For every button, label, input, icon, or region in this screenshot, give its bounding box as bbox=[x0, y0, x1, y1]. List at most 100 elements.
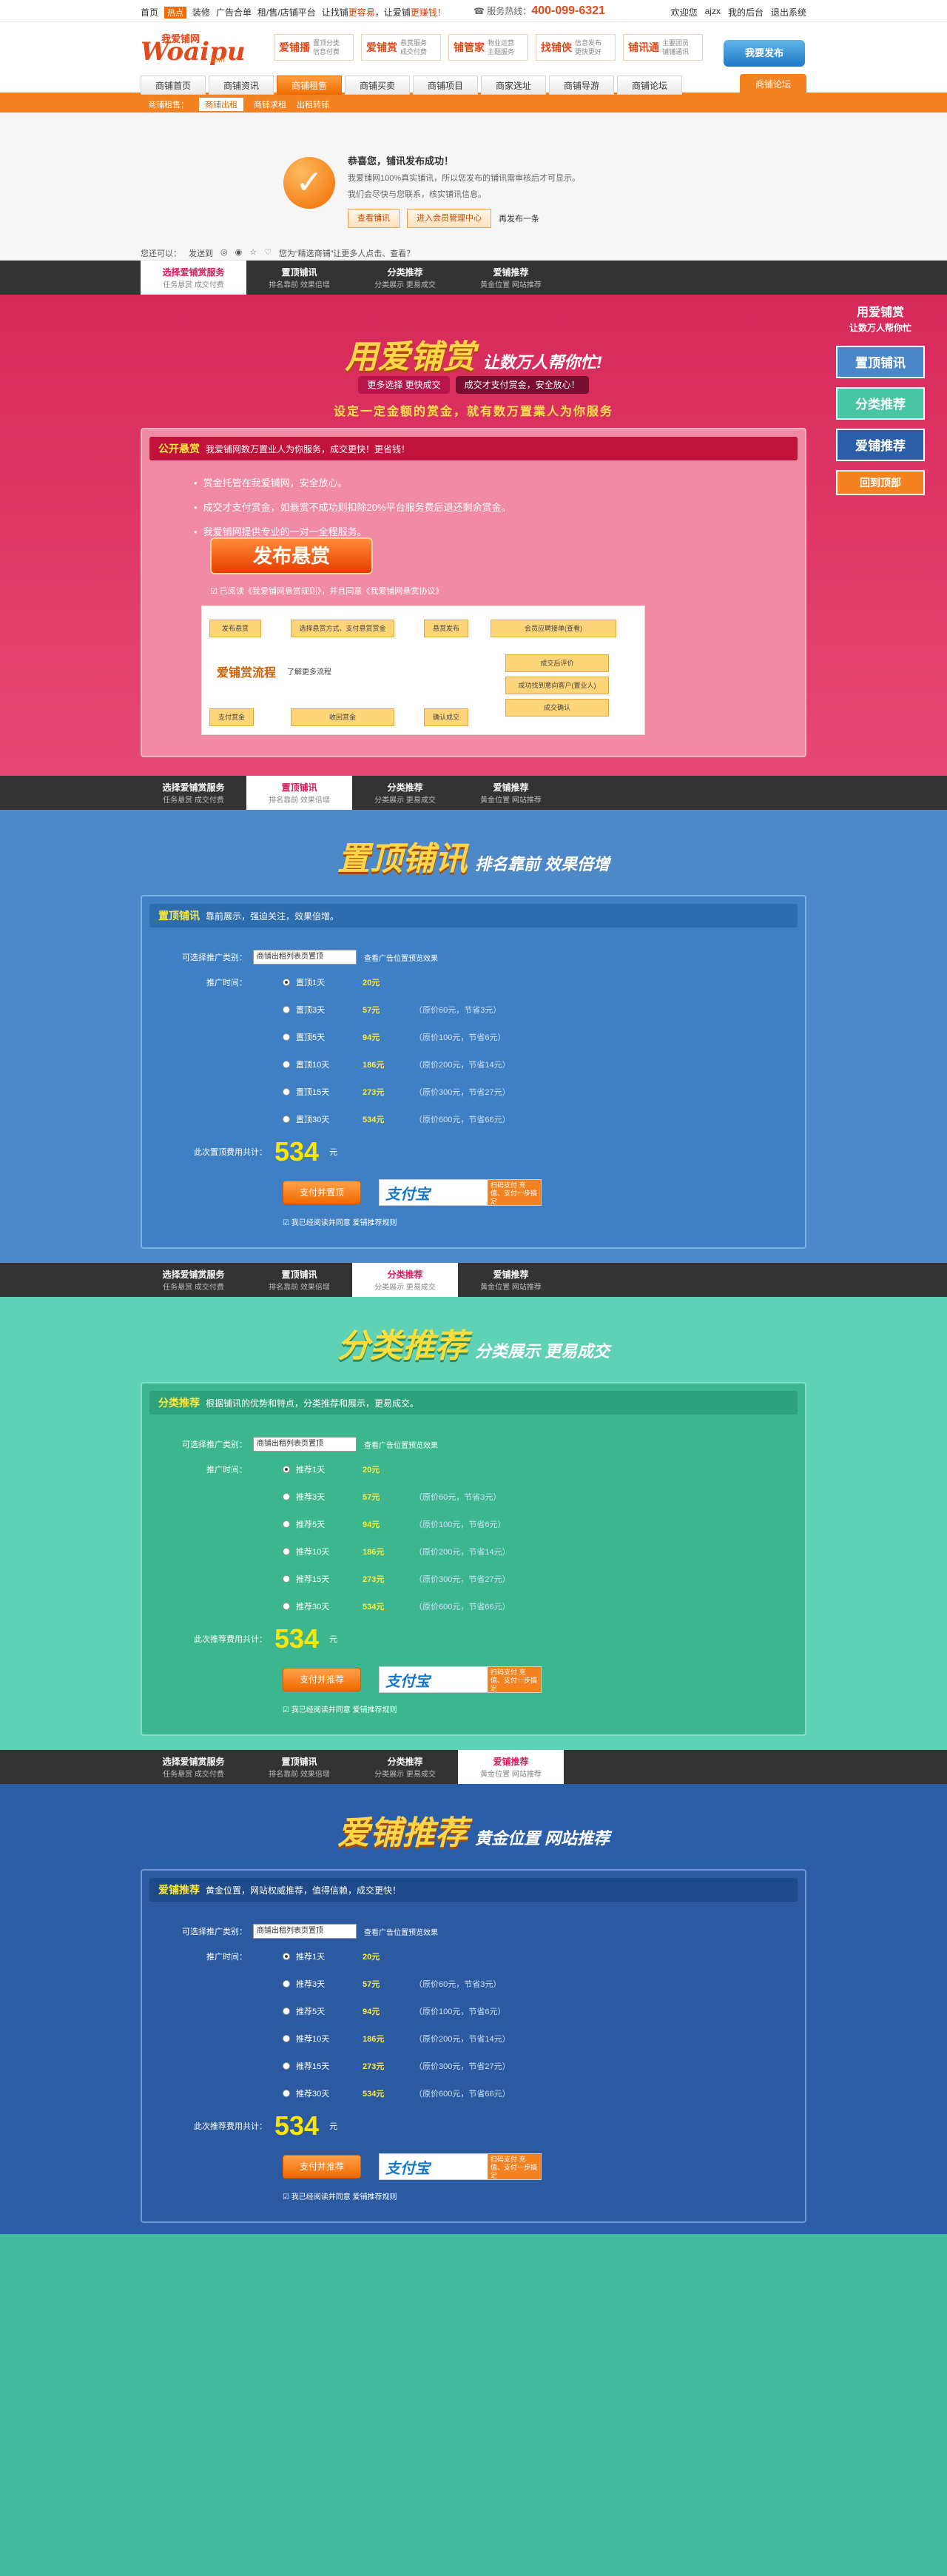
username-link[interactable]: ajzx bbox=[705, 6, 721, 19]
nav-forum[interactable]: 商铺论坛 bbox=[617, 76, 682, 95]
product-puguanjia[interactable]: 铺管家 物业运营 主题服务 bbox=[448, 34, 528, 61]
tab-reward[interactable]: 选择爱铺赏服务 任务悬赏 成交付费 bbox=[141, 1750, 246, 1784]
rec-option[interactable]: 推荐10天 186元 （原价200元，节省14元） bbox=[283, 2033, 510, 2045]
cat-type-select[interactable]: 商铺出租列表页置顶 bbox=[253, 1437, 357, 1452]
radio-icon[interactable] bbox=[283, 1493, 290, 1500]
cat-option[interactable]: 推荐3天 57元 （原价60元，节省3元） bbox=[283, 1491, 501, 1503]
nav-project[interactable]: 商铺项目 bbox=[413, 76, 478, 95]
cat-type-note[interactable]: 查看广告位置预览效果 bbox=[364, 1439, 438, 1450]
cat-option[interactable]: 推荐15天 273元 （原价300元，节省27元） bbox=[283, 1573, 510, 1585]
side-top-listing[interactable]: 置顶铺讯 bbox=[836, 346, 925, 378]
cat-option[interactable]: 推荐5天 94元 （原价100元，节省6元） bbox=[283, 1518, 505, 1530]
nav-home[interactable]: 商铺首页 bbox=[141, 76, 206, 95]
rec-agree[interactable]: ☑ 我已经阅读并同意 爱铺推荐规则 bbox=[283, 2190, 397, 2201]
top-agree[interactable]: ☑ 我已经阅读并同意 爱铺推荐规则 bbox=[283, 1216, 397, 1227]
member-center-button[interactable]: 进入会员管理中心 bbox=[407, 209, 491, 228]
side-back-top[interactable]: 回到顶部 bbox=[836, 470, 925, 495]
forum-tab[interactable]: 商铺论坛 bbox=[740, 74, 806, 95]
publish-corner-button[interactable]: 我要发布 bbox=[724, 40, 805, 67]
pay-top-button[interactable]: 支付并置顶 bbox=[283, 1181, 361, 1204]
rec-type-select[interactable]: 商铺出租列表页置顶 bbox=[253, 1924, 357, 1939]
radio-icon[interactable] bbox=[283, 1006, 290, 1013]
product-aipubo[interactable]: 爱铺播 置顶分类 信息付费 bbox=[274, 34, 354, 61]
radio-icon[interactable] bbox=[283, 1116, 290, 1123]
side-category[interactable]: 分类推荐 bbox=[836, 387, 925, 420]
star-icon[interactable]: ☆ bbox=[249, 247, 257, 259]
logout-link[interactable]: 退出系统 bbox=[771, 6, 806, 19]
nav-sale[interactable]: 商铺买卖 bbox=[345, 76, 410, 95]
nav-guide[interactable]: 商铺导游 bbox=[549, 76, 614, 95]
tab-top[interactable]: 置顶铺讯 排名靠前 效果倍增 bbox=[246, 261, 352, 295]
publish-again-link[interactable]: 再发布一条 bbox=[499, 212, 539, 224]
radio-icon[interactable] bbox=[283, 1548, 290, 1555]
pay-category-button[interactable]: 支付并推荐 bbox=[283, 1668, 361, 1691]
top-type-note[interactable]: 查看广告位置预览效果 bbox=[364, 952, 438, 963]
tab-category[interactable]: 分类推荐 分类展示 更易成交 bbox=[352, 776, 458, 810]
share-send[interactable]: 发送到 bbox=[189, 247, 213, 259]
tab-top[interactable]: 置顶铺讯 排名靠前 效果倍增 bbox=[246, 1263, 352, 1297]
radio-icon[interactable] bbox=[283, 1575, 290, 1583]
radio-icon[interactable] bbox=[283, 1033, 290, 1041]
radio-icon[interactable] bbox=[283, 2090, 290, 2097]
tab-top[interactable]: 置顶铺讯 排名靠前 效果倍增 bbox=[246, 776, 352, 810]
publish-reward-button[interactable]: 发布悬赏 bbox=[210, 537, 373, 574]
tab-recommend[interactable]: 爱铺推荐 黄金位置 网站推荐 bbox=[458, 1263, 564, 1297]
radio-icon[interactable] bbox=[283, 1980, 290, 1988]
alipay-button[interactable]: 支付宝 扫码支付 充值、支付一步搞定 bbox=[379, 2153, 542, 2180]
radio-icon[interactable] bbox=[283, 1061, 290, 1068]
reward-agree[interactable]: ☑ 已阅读《我爱铺网悬赏规则》，并且同意《我爱铺网悬赏协议》 bbox=[210, 585, 443, 597]
radio-icon[interactable] bbox=[283, 2035, 290, 2042]
pay-recommend-button[interactable]: 支付并推荐 bbox=[283, 2155, 361, 2178]
radio-icon[interactable] bbox=[283, 1088, 290, 1096]
subnav-rent-out[interactable]: 商铺出租 bbox=[199, 98, 243, 111]
top-option[interactable]: 置顶3天 57元 （原价60元，节省3元） bbox=[283, 1004, 501, 1016]
cat-agree[interactable]: ☑ 我已经阅读并同意 爱铺推荐规则 bbox=[283, 1703, 397, 1714]
top-option[interactable]: 置顶10天 186元 （原价200元，节省14元） bbox=[283, 1059, 510, 1070]
alipay-button[interactable]: 支付宝 扫码支付 充值、支付一步搞定 bbox=[379, 1666, 542, 1693]
top-option[interactable]: 置顶1天 20元 bbox=[283, 976, 414, 988]
tab-recommend[interactable]: 爱铺推荐 黄金位置 网站推荐 bbox=[458, 1750, 564, 1784]
tab-top[interactable]: 置顶铺讯 排名靠前 效果倍增 bbox=[246, 1750, 352, 1784]
weibo-icon[interactable]: ◎ bbox=[220, 247, 228, 259]
radio-icon[interactable] bbox=[283, 1520, 290, 1528]
top-option[interactable]: 置顶15天 273元 （原价300元，节省27元） bbox=[283, 1086, 510, 1098]
tab-reward[interactable]: 选择爱铺赏服务 任务悬赏 成交付费 bbox=[141, 261, 246, 295]
cat-option[interactable]: 推荐30天 534元 （原价600元，节省66元） bbox=[283, 1600, 510, 1612]
tab-reward[interactable]: 选择爱铺赏服务 任务悬赏 成交付费 bbox=[141, 1263, 246, 1297]
cat-option[interactable]: 推荐10天 186元 （原价200元，节省14元） bbox=[283, 1546, 510, 1557]
tab-reward[interactable]: 选择爱铺赏服务 任务悬赏 成交付费 bbox=[141, 776, 246, 810]
rec-option[interactable]: 推荐5天 94元 （原价100元，节省6元） bbox=[283, 2005, 505, 2017]
product-aipushang[interactable]: 爱铺赏 悬赏服务 成交付费 bbox=[361, 34, 441, 61]
rec-type-note[interactable]: 查看广告位置预览效果 bbox=[364, 1926, 438, 1937]
cat-option[interactable]: 推荐1天 20元 bbox=[283, 1463, 414, 1475]
tab-category[interactable]: 分类推荐 分类展示 更易成交 bbox=[352, 261, 458, 295]
like-icon[interactable]: ♡ bbox=[264, 247, 272, 259]
view-listing-button[interactable]: 查看铺讯 bbox=[348, 209, 400, 228]
alipay-button[interactable]: 支付宝 扫码支付 充值、支付一步搞定 bbox=[379, 1179, 542, 1206]
tab-recommend[interactable]: 爱铺推荐 黄金位置 网站推荐 bbox=[458, 261, 564, 295]
radio-icon[interactable] bbox=[283, 2008, 290, 2015]
backend-link[interactable]: 我的后台 bbox=[728, 6, 764, 19]
rec-option[interactable]: 推荐1天 20元 bbox=[283, 1951, 414, 1962]
subnav-want-rent[interactable]: 商铺求租 bbox=[254, 98, 286, 110]
top-option[interactable]: 置顶5天 94元 （原价100元，节省6元） bbox=[283, 1031, 505, 1043]
tab-category[interactable]: 分类推荐 分类展示 更易成交 bbox=[352, 1750, 458, 1784]
top-option[interactable]: 置顶30天 534元 （原价600元，节省66元） bbox=[283, 1113, 510, 1125]
rec-option[interactable]: 推荐30天 534元 （原价600元，节省66元） bbox=[283, 2087, 510, 2099]
product-zhaopuxia[interactable]: 找铺侠 信息发布 更快更好 bbox=[536, 34, 616, 61]
radio-icon[interactable] bbox=[283, 1466, 290, 1473]
top-type-select[interactable]: 商铺出租列表页置顶 bbox=[253, 950, 357, 965]
top-link-3[interactable]: 租/售/店铺平台 bbox=[257, 6, 316, 19]
subnav-transfer[interactable]: 出租转铺 bbox=[297, 98, 329, 110]
side-recommend[interactable]: 爱铺推荐 bbox=[836, 429, 925, 461]
nav-news[interactable]: 商铺资讯 bbox=[209, 76, 274, 95]
home-link[interactable]: 首页 bbox=[141, 6, 158, 19]
radio-icon[interactable] bbox=[283, 1603, 290, 1610]
radio-icon[interactable] bbox=[283, 2062, 290, 2070]
rec-option[interactable]: 推荐3天 57元 （原价60元，节省3元） bbox=[283, 1978, 501, 1990]
product-puxuntong[interactable]: 铺讯通 主要团员 铺铺通讯 bbox=[623, 34, 703, 61]
qq-icon[interactable]: ◉ bbox=[235, 247, 243, 259]
top-link-1[interactable]: 装修 bbox=[192, 6, 210, 19]
rec-option[interactable]: 推荐15天 273元 （原价300元，节省27元） bbox=[283, 2060, 510, 2072]
radio-icon[interactable] bbox=[283, 979, 290, 986]
